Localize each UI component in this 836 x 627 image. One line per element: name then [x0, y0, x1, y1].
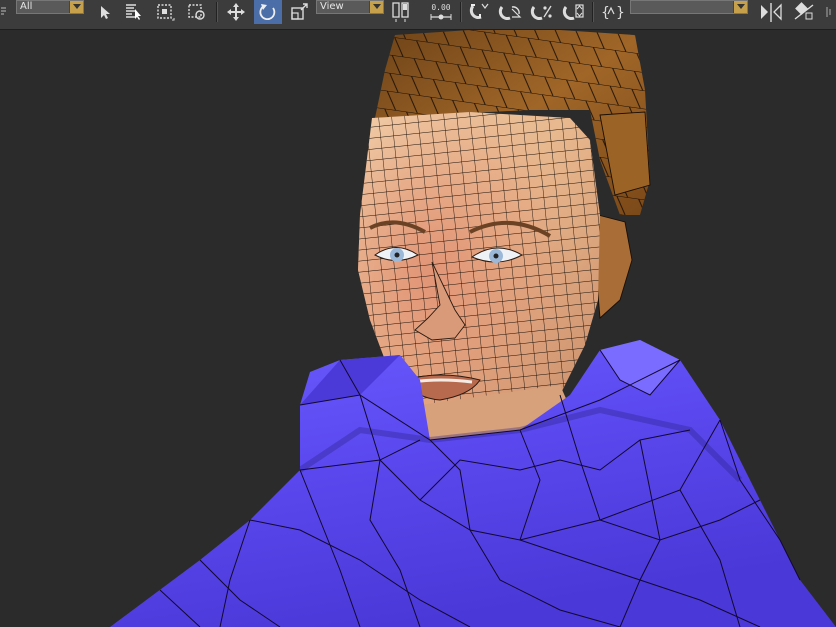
reference-coordinate-dropdown[interactable]: View	[316, 0, 384, 14]
reference-coordinate-value: View	[320, 1, 344, 12]
align-button[interactable]	[790, 0, 818, 24]
toolbar-separator	[216, 2, 218, 22]
select-and-rotate-icon	[259, 4, 276, 21]
select-and-rotate-button[interactable]	[254, 0, 282, 24]
rectangular-selection-button[interactable]	[153, 0, 177, 24]
select-by-name-button[interactable]	[122, 0, 146, 24]
select-object-icon	[101, 6, 110, 19]
align-icon	[794, 2, 814, 20]
snaps-toggle-icon	[469, 3, 489, 19]
main-toolbar: All View 0.00 {}	[0, 0, 836, 30]
select-and-move-icon	[227, 3, 245, 21]
rectangular-selection-icon	[157, 4, 175, 21]
keyboard-shortcut-override-button[interactable]: 0.00	[426, 0, 456, 24]
spinner-snap-button[interactable]	[560, 0, 588, 24]
window-crossing-button[interactable]	[185, 0, 209, 24]
select-and-move-button[interactable]	[224, 0, 248, 24]
toolbar-overflow-icon	[824, 0, 836, 24]
toolbar-edge-icon	[0, 0, 8, 24]
edit-named-selection-button[interactable]: { }	[598, 0, 626, 24]
select-and-scale-icon	[291, 3, 308, 20]
numeric-readout: 0.00	[431, 2, 451, 12]
edit-named-selection-icon: { }	[601, 5, 625, 21]
selection-filter-dropdown[interactable]: All	[16, 0, 84, 14]
3d-model-render	[110, 30, 836, 627]
named-selection-set-dropdown[interactable]	[630, 0, 748, 14]
perspective-viewport[interactable]	[0, 30, 836, 627]
mirror-icon	[761, 3, 782, 22]
percent-snap-button[interactable]	[528, 0, 556, 24]
toolbar-separator	[460, 2, 462, 22]
toolbar-separator	[592, 2, 594, 22]
window-crossing-icon	[188, 4, 205, 20]
keyboard-shortcut-override-icon	[430, 13, 452, 20]
select-and-scale-button[interactable]	[288, 0, 312, 24]
use-pivot-center-icon	[392, 2, 409, 22]
selection-filter-value: All	[20, 1, 33, 12]
select-object-button[interactable]	[92, 0, 116, 24]
angle-snap-button[interactable]	[496, 0, 524, 24]
svg-text:}: }	[616, 5, 625, 21]
chevron-down-icon[interactable]	[69, 1, 83, 13]
percent-snap-icon	[530, 5, 552, 20]
use-pivot-center-button[interactable]	[390, 0, 414, 24]
chevron-down-icon[interactable]	[733, 1, 747, 13]
snaps-toggle-button[interactable]	[466, 0, 492, 24]
mirror-button[interactable]	[758, 0, 784, 24]
select-by-name-icon	[126, 4, 141, 20]
angle-snap-icon	[498, 6, 522, 20]
spinner-snap-icon	[562, 4, 584, 20]
chevron-down-icon[interactable]	[369, 1, 383, 13]
